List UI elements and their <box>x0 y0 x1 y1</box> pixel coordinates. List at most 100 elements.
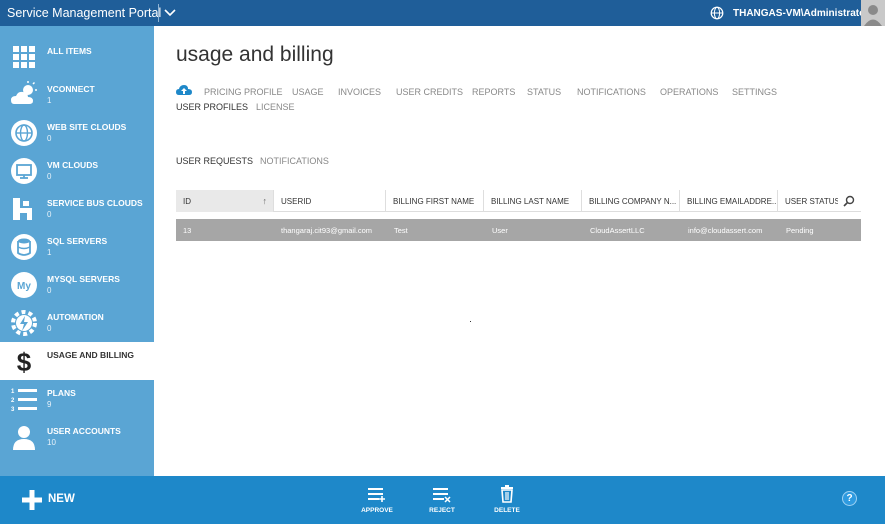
sidebar-item-label: VCONNECT <box>47 84 95 94</box>
sidebar-item-label: AUTOMATION <box>47 312 104 322</box>
dollar-icon: $ <box>17 347 32 376</box>
approve-icon <box>368 488 385 502</box>
approve-label: APPROVE <box>361 507 393 514</box>
grid-header: ID ↑ USERID BILLING FIRST NAME BILLING L… <box>176 190 861 212</box>
stray-dot <box>470 321 471 322</box>
sidebar-item-count: 10 <box>47 438 56 447</box>
sidebar-item-service-bus-clouds[interactable]: SERVICE BUS CLOUDS 0 <box>0 190 154 228</box>
sidebar-item-vm-clouds[interactable]: VM CLOUDS 0 <box>0 152 154 190</box>
column-header-label: BILLING LAST NAME <box>491 197 570 206</box>
title-divider <box>158 4 159 22</box>
reject-button[interactable]: REJECT <box>420 482 464 520</box>
sidebar-item-label: PLANS <box>47 388 76 398</box>
sidebar-item-label: ALL ITEMS <box>47 46 92 56</box>
sidebar-item-user-accounts[interactable]: USER ACCOUNTS 10 <box>0 418 154 456</box>
subtab-user-requests[interactable]: USER REQUESTS <box>176 156 253 166</box>
sidebar-item-all-items[interactable]: ALL ITEMS <box>0 38 154 76</box>
sidebar-item-count: 0 <box>47 134 52 143</box>
top-bar: Service Management Portal THANGAS-VM\Adm… <box>0 0 885 26</box>
sidebar-item-label: VM CLOUDS <box>47 160 98 170</box>
column-header-billing-company[interactable]: BILLING COMPANY N... <box>582 190 680 212</box>
tab-settings[interactable]: SETTINGS <box>732 87 777 97</box>
cell-status: Pending <box>786 226 814 235</box>
sidebar-item-label: SERVICE BUS CLOUDS <box>47 198 143 208</box>
sidebar-item-sql-servers[interactable]: SQL SERVERS 1 <box>0 228 154 266</box>
tab-license[interactable]: LICENSE <box>256 102 295 112</box>
chevron-down-icon[interactable] <box>163 7 177 19</box>
approve-button[interactable]: APPROVE <box>355 482 399 520</box>
delete-button[interactable]: DELETE <box>485 482 529 520</box>
cell-email: info@cloudassert.com <box>688 226 763 235</box>
sidebar-item-web-site-clouds[interactable]: WEB SITE CLOUDS 0 <box>0 114 154 152</box>
tab-notifications[interactable]: NOTIFICATIONS <box>577 87 646 97</box>
svg-text:2: 2 <box>11 398 15 404</box>
sidebar-item-mysql-servers[interactable]: My MYSQL SERVERS 0 <box>0 266 154 304</box>
cell-id: 13 <box>183 226 192 235</box>
sidebar-item-vconnect[interactable]: VCONNECT 1 <box>0 76 154 114</box>
column-header-user-status[interactable]: USER STATUS <box>778 190 838 212</box>
sidebar-item-count: 0 <box>47 286 52 295</box>
page-title: usage and billing <box>176 43 334 66</box>
sidebar-item-automation[interactable]: AUTOMATION 0 <box>0 304 154 342</box>
column-header-id[interactable]: ID ↑ <box>176 190 274 212</box>
sidebar-item-label: USER ACCOUNTS <box>47 426 121 436</box>
sidebar-item-count: 1 <box>47 248 52 257</box>
column-header-label: BILLING EMAILADDRE... <box>687 197 778 206</box>
sort-ascending-icon: ↑ <box>262 196 268 206</box>
command-bar: NEW APPROVE REJECT DELETE ? <box>0 476 885 524</box>
column-header-label: BILLING COMPANY N... <box>589 197 677 206</box>
sidebar-item-label: WEB SITE CLOUDS <box>47 122 127 132</box>
globe-icon[interactable] <box>710 6 724 20</box>
database-icon <box>11 234 37 260</box>
column-header-label: BILLING FIRST NAME <box>393 197 475 206</box>
column-header-billing-email[interactable]: BILLING EMAILADDRE... <box>680 190 778 212</box>
reject-label: REJECT <box>429 507 455 514</box>
reject-icon <box>433 488 451 503</box>
column-header-billing-last-name[interactable]: BILLING LAST NAME <box>484 190 582 212</box>
sidebar-item-count: 0 <box>47 172 52 181</box>
table-row[interactable]: 13 thangaraj.cit93@gmail.com Test User C… <box>176 219 861 241</box>
tab-reports[interactable]: REPORTS <box>472 87 515 97</box>
tab-operations[interactable]: OPERATIONS <box>660 87 718 97</box>
svg-text:$: $ <box>17 347 32 376</box>
svg-text:My: My <box>17 281 31 292</box>
tab-invoices[interactable]: INVOICES <box>338 87 381 97</box>
column-header-billing-first-name[interactable]: BILLING FIRST NAME <box>386 190 484 212</box>
help-icon[interactable]: ? <box>842 491 857 506</box>
sidebar-item-label: MYSQL SERVERS <box>47 274 120 284</box>
sidebar-item-count: 0 <box>47 324 52 333</box>
cloud-sun-icon <box>11 81 37 104</box>
tab-status[interactable]: STATUS <box>527 87 561 97</box>
user-avatar-icon[interactable] <box>861 0 885 26</box>
tab-user-profiles[interactable]: USER PROFILES <box>176 102 248 112</box>
cell-last-name: User <box>492 226 508 235</box>
search-icon[interactable] <box>843 195 855 207</box>
sidebar-item-usage-and-billing[interactable]: $ USAGE AND BILLING <box>0 342 154 380</box>
column-header-label: ID <box>183 197 191 206</box>
cell-company: CloudAssertLLC <box>590 226 645 235</box>
user-icon <box>13 426 35 450</box>
main-content: usage and billing PRICING PROFILE USAGE … <box>154 26 883 476</box>
column-header-label: USERID <box>281 197 312 206</box>
tab-user-credits[interactable]: USER CREDITS <box>396 87 463 97</box>
delete-label: DELETE <box>494 507 520 514</box>
subtab-notifications[interactable]: NOTIFICATIONS <box>260 156 329 166</box>
portal-title[interactable]: Service Management Portal <box>7 6 161 20</box>
sidebar: ALL ITEMS VCONNECT 1 WEB SITE CLOUDS 0 V… <box>0 26 154 476</box>
sidebar-item-count: 1 <box>47 96 52 105</box>
current-user[interactable]: THANGAS-VM\Administrator <box>733 8 869 19</box>
mysql-icon: My <box>11 272 37 298</box>
gear-lightning-icon <box>11 310 37 336</box>
svg-text:3: 3 <box>11 407 15 413</box>
tab-pricing-profile[interactable]: PRICING PROFILE <box>204 87 283 97</box>
grid-icon <box>13 46 35 68</box>
tab-usage[interactable]: USAGE <box>292 87 324 97</box>
cell-first-name: Test <box>394 226 408 235</box>
plus-icon <box>22 490 42 510</box>
sidebar-item-label: SQL SERVERS <box>47 236 108 246</box>
trash-icon <box>501 485 513 503</box>
sidebar-item-plans[interactable]: 1 2 3 PLANS 9 <box>0 380 154 418</box>
sidebar-item-count: 9 <box>47 400 52 409</box>
sidebar-item-count: 0 <box>47 210 52 219</box>
column-header-userid[interactable]: USERID <box>274 190 386 212</box>
